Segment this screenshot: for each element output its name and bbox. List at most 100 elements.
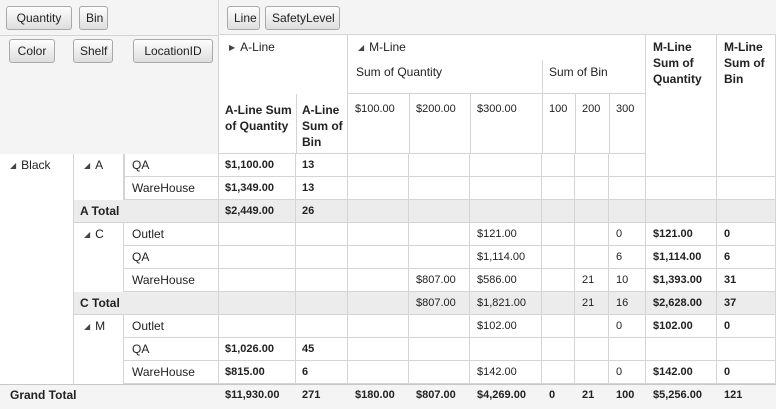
cell-a-qty: $1,349.00: [225, 182, 274, 194]
grid-line: [469, 361, 470, 384]
triangle-down-icon[interactable]: ◢: [358, 40, 364, 55]
m-line-sum-bin-header: M-Line Sum of Bin: [724, 40, 765, 86]
grid-line: [218, 177, 219, 200]
grid-line: [716, 338, 717, 361]
grid-line: [541, 223, 542, 246]
row-field-shelf[interactable]: Shelf: [73, 39, 113, 63]
a-line-label[interactable]: ▶ A-Line: [229, 40, 275, 55]
grand-total-m200: $807.00: [416, 389, 456, 401]
cell-m300: $586.00: [477, 274, 517, 286]
a-line-sum-bin-header: A-Line Sum of Bin: [302, 103, 343, 149]
grid-line: [574, 292, 575, 315]
subtotal-row: [74, 200, 776, 223]
location-label: WareHouse: [132, 181, 195, 195]
grid-line: [218, 269, 219, 292]
grid-line: [408, 223, 409, 246]
filter-field-quantity[interactable]: Quantity: [6, 6, 72, 30]
cell-m-qty: $1,393.00: [653, 274, 702, 286]
grid-line: [218, 246, 219, 269]
grid-line: [608, 154, 609, 177]
grid-line: [574, 200, 575, 223]
grid-line: [469, 246, 470, 269]
column-field-line[interactable]: Line: [227, 6, 260, 30]
column-field-safetylevel[interactable]: SafetyLevel: [265, 6, 340, 30]
level-split: [470, 94, 471, 154]
cell-a-bin: 26: [302, 205, 315, 217]
grid-line: [608, 223, 609, 246]
grid-line: [295, 246, 296, 269]
grid-line: [608, 338, 609, 361]
cell-m-qty: $1,114.00: [653, 251, 702, 263]
m-line-label[interactable]: ◢ M-Line: [358, 40, 406, 55]
grid-line: [645, 361, 646, 384]
grid-line: [645, 246, 646, 269]
grid-line: [574, 315, 575, 338]
grand-total-m300: $4,269.00: [477, 389, 526, 401]
grid-line: [218, 200, 219, 223]
grid-line: [347, 361, 348, 384]
grid-line: [408, 154, 409, 177]
grid-line: [295, 315, 296, 338]
table-row: [124, 154, 776, 177]
row-field-color[interactable]: Color: [9, 39, 55, 63]
grid-line: [347, 246, 348, 269]
level-split: [409, 94, 410, 154]
cell-m-bin: 0: [724, 320, 731, 332]
grid-line: [469, 154, 470, 177]
filter-field-bin[interactable]: Bin: [79, 6, 108, 30]
cell-m-qty: $102.00: [653, 320, 693, 332]
grid-line: [716, 361, 717, 384]
grid-line: [408, 338, 409, 361]
shelf-group: [74, 223, 124, 292]
cell-b300: 10: [616, 274, 629, 286]
grid-line: [469, 177, 470, 200]
grid-line: [574, 154, 575, 177]
cell-m300: $1,821.00: [477, 297, 526, 309]
grid-line: [574, 177, 575, 200]
triangle-right-icon[interactable]: ▶: [229, 40, 235, 55]
grid-line: [574, 269, 575, 292]
grid-line: [716, 200, 717, 223]
grid-line: [347, 315, 348, 338]
cell-b300: 0: [616, 228, 623, 240]
safety-level-1-bin-header: 100: [549, 103, 568, 115]
table-row: [124, 338, 776, 361]
grand-total-a-qty: $11,930.00: [225, 389, 280, 401]
grid-line: [541, 177, 542, 200]
grid-line: [645, 269, 646, 292]
a-line-sum-quantity-header: A-Line Sum of Quantity: [225, 103, 292, 133]
grid-line: [574, 361, 575, 384]
cell-m-qty: $2,628.00: [653, 297, 702, 309]
subtotal-label: A Total: [80, 204, 120, 218]
location-label: QA: [132, 342, 150, 356]
cell-m-bin: 37: [724, 297, 737, 309]
cell-b200: 21: [582, 297, 595, 309]
safety-level-3-quantity-header: $300.00: [477, 103, 517, 115]
grid-line: [645, 292, 646, 315]
row-field-locationid[interactable]: LocationID: [133, 39, 213, 63]
safety-level-2-quantity-header: $200.00: [416, 103, 456, 115]
grid-line: [645, 338, 646, 361]
grid-line: [541, 200, 542, 223]
grid-line: [608, 269, 609, 292]
grid-line: [469, 269, 470, 292]
grid-line: [645, 154, 646, 177]
cell-b300: 6: [616, 251, 623, 263]
cell-m300: $1,114.00: [477, 251, 526, 263]
grid-line: [469, 292, 470, 315]
grid-line: [608, 177, 609, 200]
grid-line: [295, 154, 296, 177]
grid-line: [218, 361, 219, 384]
cell-m-bin: 0: [724, 366, 731, 378]
grid-line: [347, 154, 348, 177]
cell-m-bin: 31: [724, 274, 737, 286]
shelf-group: [74, 154, 124, 200]
cell-b200: 21: [582, 274, 595, 286]
grid-line: [347, 292, 348, 315]
grid-line: [608, 292, 609, 315]
location-label: QA: [132, 250, 150, 264]
cell-b300: 0: [616, 366, 623, 378]
grid-line: [295, 361, 296, 384]
grid-line: [574, 246, 575, 269]
safety-level-3-bin-header: 300: [616, 103, 635, 115]
